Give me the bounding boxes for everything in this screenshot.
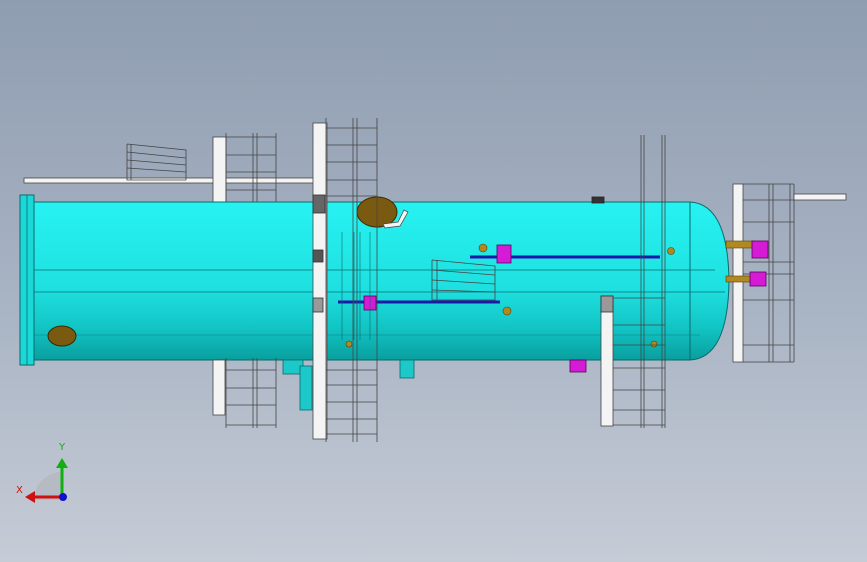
davit-frame: [126, 143, 187, 181]
upper-left-ladder: [212, 133, 277, 204]
triad-x-label: X: [16, 485, 23, 496]
left-flange: [19, 194, 35, 366]
head-nozzles[interactable]: [725, 240, 769, 287]
triad-y-label: Y: [59, 442, 66, 453]
lower-left-ladder: [212, 358, 277, 428]
upper-beam: [23, 177, 315, 184]
manway-left[interactable]: [47, 325, 77, 347]
model-viewport[interactable]: [0, 0, 867, 562]
coordinate-triad-icon: [25, 458, 68, 503]
